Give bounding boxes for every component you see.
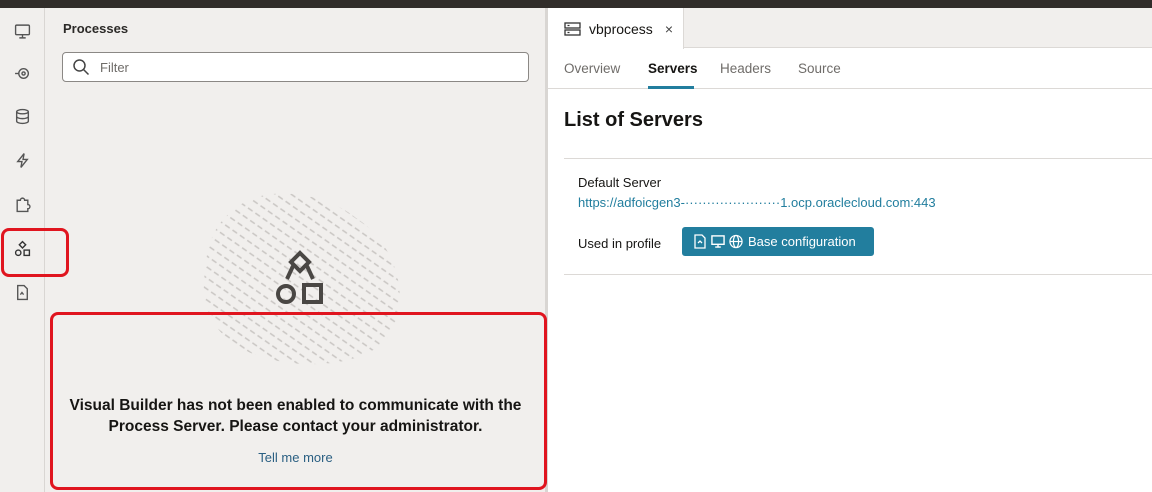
search-icon bbox=[73, 59, 90, 76]
profile-button-label: Base configuration bbox=[748, 234, 856, 249]
editor-subtabs: Overview Servers Headers Source bbox=[548, 49, 1152, 89]
mobile-files-icon[interactable] bbox=[10, 280, 34, 304]
close-icon[interactable]: × bbox=[665, 21, 673, 37]
used-in-profile-label: Used in profile bbox=[578, 236, 662, 251]
filter-input[interactable] bbox=[100, 59, 520, 75]
processes-icon[interactable] bbox=[10, 236, 34, 260]
tab-servers[interactable]: Servers bbox=[648, 61, 698, 76]
filter-field[interactable] bbox=[62, 52, 529, 82]
processes-panel: Processes Visual Builder has not been en… bbox=[46, 8, 545, 492]
web-apps-icon[interactable] bbox=[10, 19, 34, 43]
tell-me-more-link[interactable]: Tell me more bbox=[46, 450, 545, 465]
source-files-icon[interactable] bbox=[10, 192, 34, 216]
empty-state-message: Visual Builder has not been enabled to c… bbox=[69, 397, 522, 435]
server-url-link[interactable]: https://adfoicgen3-·····················… bbox=[578, 195, 936, 210]
globe-icon bbox=[729, 234, 743, 249]
server-file-icon bbox=[564, 21, 581, 36]
services-icon[interactable] bbox=[10, 61, 34, 85]
top-bar bbox=[0, 0, 1152, 8]
processes-empty-icon bbox=[276, 250, 323, 304]
file-tab-label: vbprocess bbox=[589, 20, 653, 37]
file-tab-vbprocess[interactable]: vbprocess × bbox=[548, 8, 684, 49]
business-objects-icon[interactable] bbox=[10, 104, 34, 128]
editor-area: vbprocess × Overview Servers Headers Sou… bbox=[548, 8, 1152, 492]
desktop-icon bbox=[711, 235, 725, 248]
server-card: Default Server https://adfoicgen3-······… bbox=[564, 158, 1152, 275]
editor-tabstrip: vbprocess × bbox=[548, 8, 1152, 49]
panel-title: Processes bbox=[63, 21, 129, 36]
section-title: List of Servers bbox=[564, 109, 703, 131]
tab-source[interactable]: Source bbox=[798, 61, 841, 76]
file-icon bbox=[694, 234, 706, 249]
navigator-rail bbox=[0, 8, 45, 492]
server-name: Default Server bbox=[578, 175, 662, 190]
tab-headers[interactable]: Headers bbox=[720, 61, 771, 76]
active-tab-indicator bbox=[648, 86, 694, 89]
tab-overview[interactable]: Overview bbox=[564, 61, 620, 76]
base-configuration-button[interactable]: Base configuration bbox=[682, 227, 874, 256]
components-icon[interactable] bbox=[10, 148, 34, 172]
